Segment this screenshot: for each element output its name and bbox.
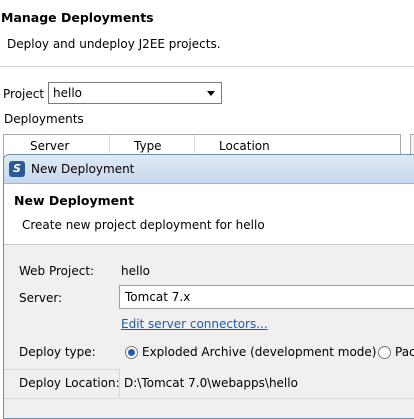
app-icon: S xyxy=(9,161,25,177)
web-project-label: Web Project: xyxy=(19,264,95,278)
radio-exploded-archive-label[interactable]: Exploded Archive (development mode) xyxy=(142,345,377,359)
server-select-value: Tomcat 7.x xyxy=(125,290,191,304)
dialog-subheading: Create new project deployment for hello xyxy=(22,218,265,232)
edit-server-connectors-link[interactable]: Edit server connectors... xyxy=(121,317,268,331)
page-description: Deploy and undeploy J2EE projects. xyxy=(7,37,221,51)
deployments-label: Deployments xyxy=(4,112,84,126)
column-divider xyxy=(194,135,195,153)
dialog-banner: New Deployment Create new project deploy… xyxy=(4,184,414,245)
dialog-window-title: New Deployment xyxy=(31,162,135,176)
radio-packaged-archive-label[interactable]: Pac xyxy=(395,345,414,359)
deploy-location-label: Deploy Location: xyxy=(19,376,120,390)
project-label: Project xyxy=(3,87,45,101)
dialog-heading: New Deployment xyxy=(14,193,135,208)
column-divider xyxy=(109,135,110,153)
project-select-value: hello xyxy=(53,86,82,100)
column-server[interactable]: Server xyxy=(30,139,69,153)
side-panel-edge xyxy=(410,134,414,156)
dropdown-arrow-icon xyxy=(207,91,215,96)
deploy-location-value: D:\Tomcat 7.0\webapps\hello xyxy=(124,376,298,390)
web-project-value: hello xyxy=(121,264,150,278)
header-divider xyxy=(0,66,414,67)
deploy-type-label: Deploy type: xyxy=(19,345,96,359)
deploy-location-field[interactable]: D:\Tomcat 7.0\webapps\hello xyxy=(119,369,414,397)
page-title: Manage Deployments xyxy=(1,10,154,25)
new-deployment-dialog: S New Deployment New Deployment Create n… xyxy=(3,154,414,419)
dialog-titlebar[interactable]: S New Deployment xyxy=(4,155,414,184)
column-type[interactable]: Type xyxy=(134,139,162,153)
radio-packaged-archive[interactable] xyxy=(378,346,391,359)
server-label: Server: xyxy=(19,291,63,305)
project-select[interactable]: hello xyxy=(48,82,222,104)
server-select[interactable]: Tomcat 7.x xyxy=(119,285,414,309)
radio-exploded-archive[interactable] xyxy=(125,346,138,359)
column-location[interactable]: Location xyxy=(219,139,270,153)
